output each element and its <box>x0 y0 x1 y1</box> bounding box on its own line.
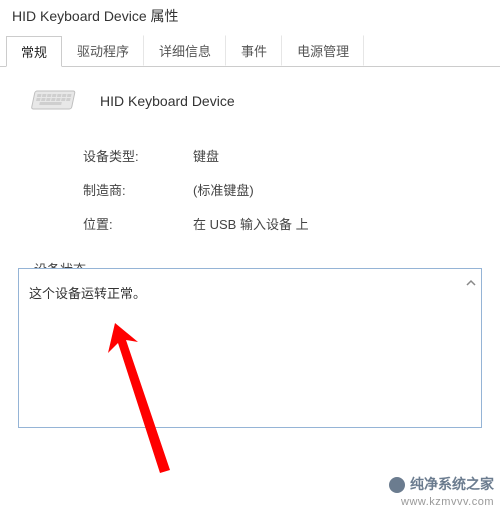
watermark-title: 纯净系统之家 <box>410 475 494 495</box>
tab-bar: 常规 驱动程序 详细信息 事件 电源管理 <box>0 35 500 67</box>
device-info: 设备类型: 键盘 制造商: (标准键盘) 位置: 在 USB 输入设备 上 <box>83 146 482 233</box>
watermark-logo-icon <box>389 477 405 493</box>
status-text: 这个设备运转正常。 <box>29 286 146 301</box>
tab-driver[interactable]: 驱动程序 <box>62 35 144 66</box>
window-title: HID Keyboard Device 属性 <box>0 0 500 34</box>
tab-content: HID Keyboard Device 设备类型: 键盘 制造商: (标准键盘)… <box>0 66 500 268</box>
status-textbox[interactable]: 这个设备运转正常。 <box>18 268 482 428</box>
manufacturer-label: 制造商: <box>83 180 193 199</box>
device-type-label: 设备类型: <box>83 146 193 165</box>
tab-power[interactable]: 电源管理 <box>282 35 364 66</box>
device-type-value: 键盘 <box>193 146 219 165</box>
device-type-row: 设备类型: 键盘 <box>83 146 482 165</box>
scrollbar-up-icon[interactable] <box>465 277 477 289</box>
location-value: 在 USB 输入设备 上 <box>193 214 309 233</box>
status-group: 设备状态 这个设备运转正常。 <box>18 268 482 428</box>
tab-events[interactable]: 事件 <box>226 35 282 66</box>
keyboard-icon <box>28 86 80 116</box>
location-row: 位置: 在 USB 输入设备 上 <box>83 214 482 233</box>
manufacturer-row: 制造商: (标准键盘) <box>83 180 482 199</box>
device-header: HID Keyboard Device <box>28 86 482 116</box>
tab-details[interactable]: 详细信息 <box>144 35 226 66</box>
watermark-url: www.kzmvvv.com <box>389 495 494 510</box>
manufacturer-value: (标准键盘) <box>193 180 254 199</box>
location-label: 位置: <box>83 214 193 233</box>
tab-general[interactable]: 常规 <box>6 36 62 67</box>
watermark: 纯净系统之家 www.kzmvvv.com <box>389 475 494 510</box>
device-name: HID Keyboard Device <box>100 93 235 109</box>
